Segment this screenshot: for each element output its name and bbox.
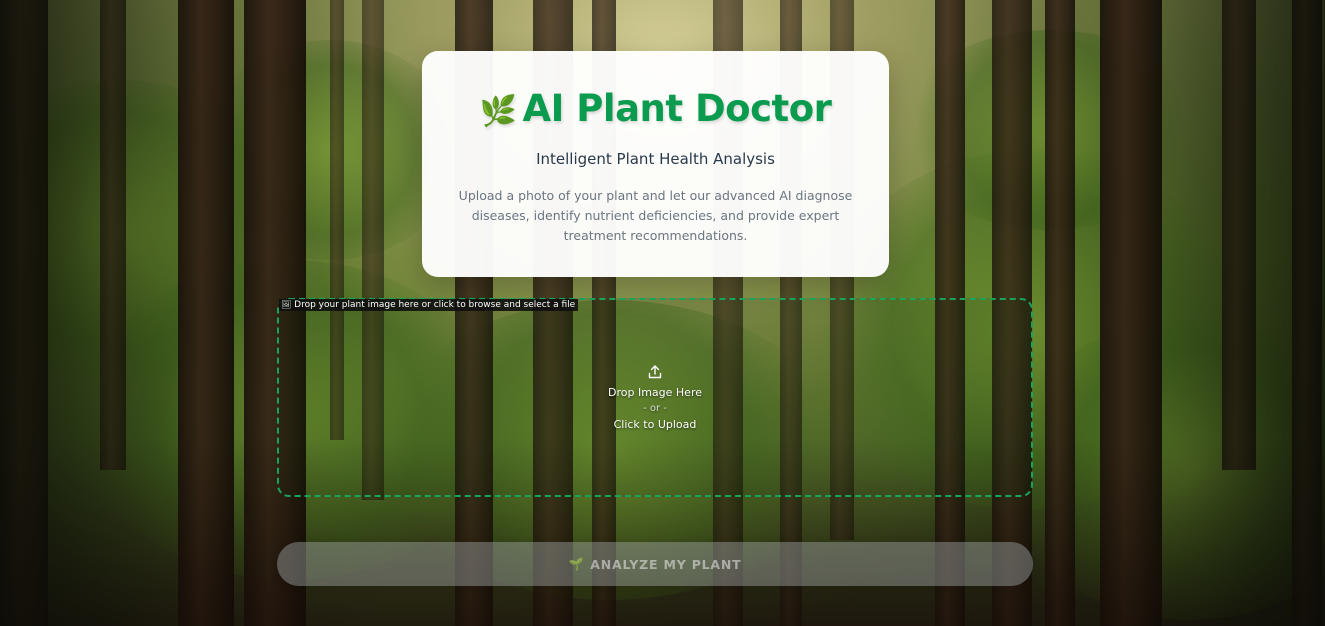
page-title: 🌿 AI Plant Doctor <box>422 85 889 136</box>
analyze-button[interactable]: 🌱 ANALYZE MY PLANT <box>277 542 1033 586</box>
page-description: Upload a photo of your plant and let our… <box>458 188 853 243</box>
click-to-upload-label[interactable]: Click to Upload <box>279 417 1031 433</box>
seedling-icon: 🌱 <box>568 557 585 571</box>
page-subtitle: Intelligent Plant Health Analysis <box>536 150 775 168</box>
or-label: - or - <box>643 403 667 414</box>
drop-label: Drop Image Here <box>608 386 702 399</box>
tooltip-text: Drop your plant image here or click to b… <box>294 300 576 310</box>
leaf-icon: 🌿 <box>479 94 517 129</box>
upload-icon <box>647 364 663 380</box>
image-icon: 🖼 <box>281 300 292 309</box>
analyze-button-label: ANALYZE MY PLANT <box>590 556 742 572</box>
image-dropzone[interactable]: Drop Image Here - or - Click to Upload <box>277 298 1033 497</box>
dropzone-content: Drop Image Here - or - Click to Upload <box>279 364 1031 433</box>
hero-card: 🌿 AI Plant Doctor Intelligent Plant Healt… <box>422 51 889 277</box>
title-text: AI Plant Doctor <box>522 87 832 130</box>
dropzone-tooltip: 🖼 Drop your plant image here or click to… <box>279 299 579 311</box>
